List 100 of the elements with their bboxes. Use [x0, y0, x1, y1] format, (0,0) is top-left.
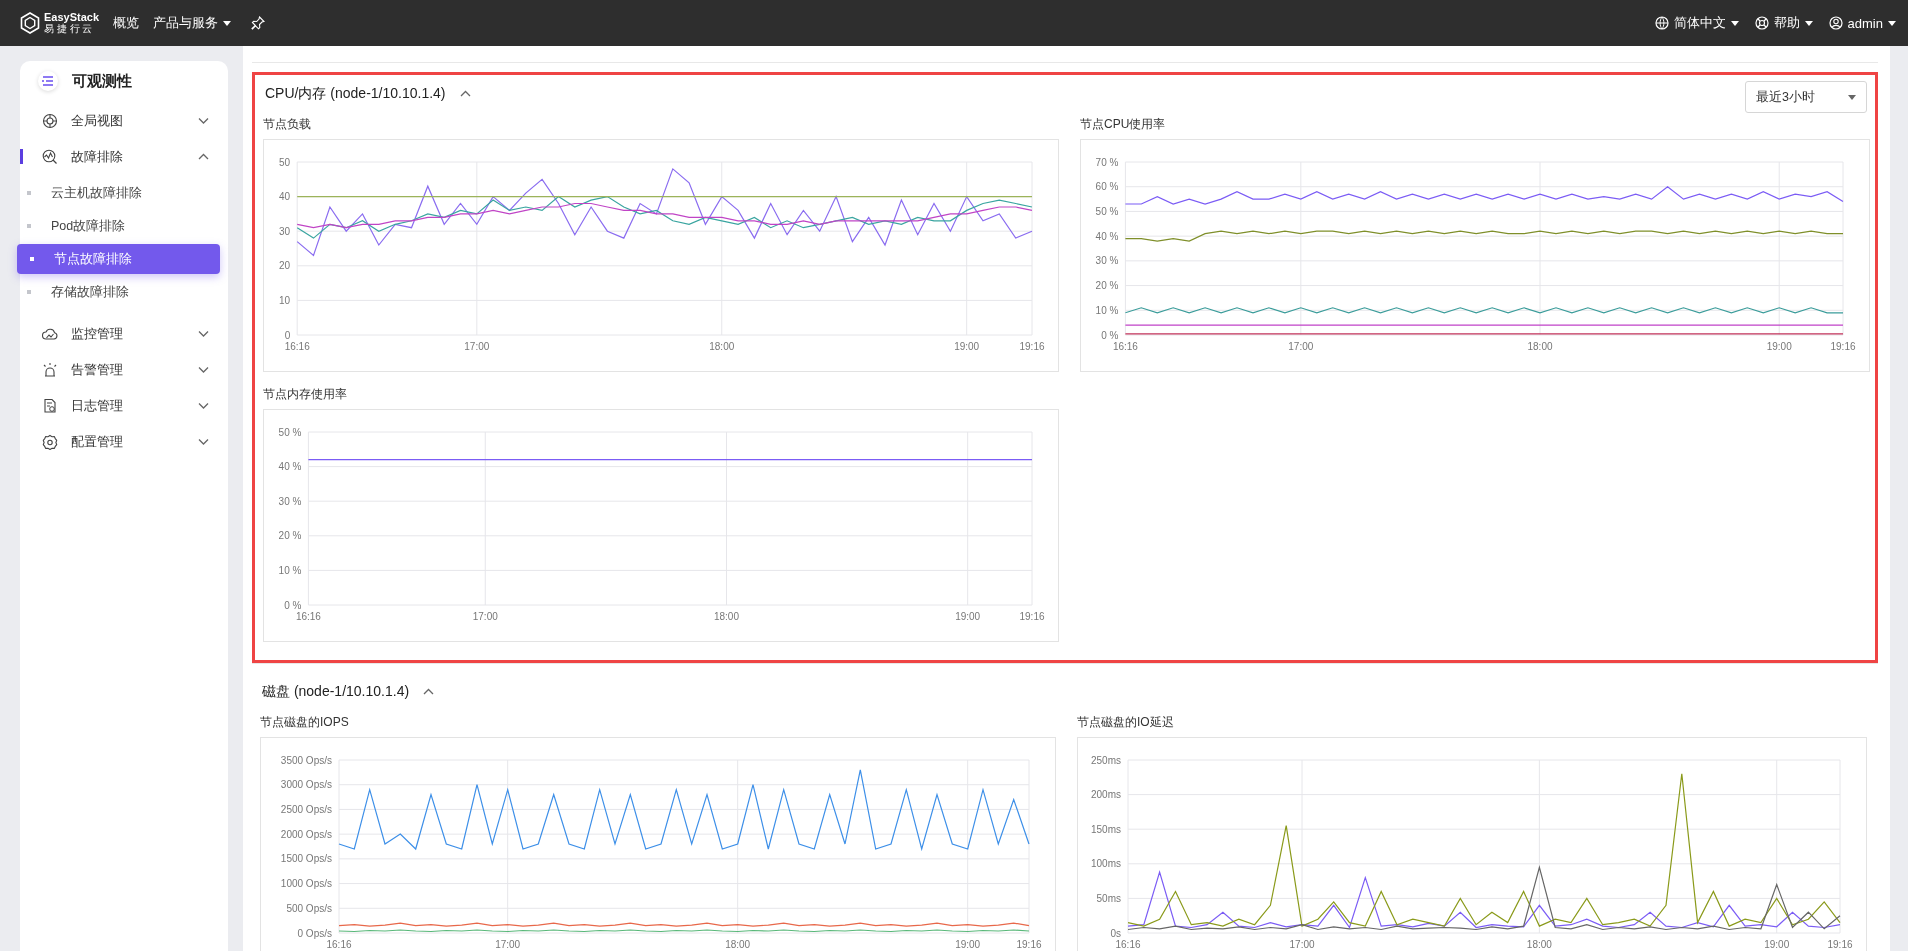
- chevron-icon[interactable]: [198, 330, 209, 338]
- logo-subtext: 易 捷 行 云: [44, 24, 93, 34]
- active-indicator: [20, 149, 23, 164]
- axis-label: 19:16: [1830, 341, 1856, 352]
- axis-label: 19:00: [954, 341, 980, 352]
- axis-label: 17:00: [464, 341, 490, 352]
- gear-icon: [42, 434, 58, 450]
- axis-label: 250ms: [1091, 754, 1121, 766]
- nav-link[interactable]: 概览: [113, 14, 140, 32]
- alarm-light-icon: [42, 362, 58, 378]
- menu-button[interactable]: 简体中文: [1654, 14, 1739, 32]
- axis-label: 18:00: [709, 341, 735, 352]
- sidebar-subitem[interactable]: 云主机故障排除: [17, 178, 220, 208]
- axis-label: 0 %: [1101, 329, 1119, 341]
- sidebar-subitem[interactable]: 节点故障排除: [17, 244, 220, 274]
- menu-button[interactable]: admin: [1828, 15, 1896, 31]
- axis-label: 0 %: [284, 599, 302, 611]
- axis-label: 40 %: [278, 461, 302, 473]
- help-icon: [1754, 16, 1769, 30]
- axis-label: 40: [279, 191, 291, 203]
- axis-label: 3500 Ops/s: [280, 754, 332, 766]
- axis-label: 19:16: [1019, 611, 1045, 622]
- axis-label: 19:16: [1827, 939, 1853, 950]
- collapse-icon[interactable]: [423, 688, 435, 696]
- axis-label: 17:00: [1288, 341, 1314, 352]
- chart-search-icon: [42, 149, 58, 165]
- globe-icon: [1654, 16, 1669, 30]
- axis-label: 10 %: [1095, 304, 1119, 316]
- axis-label: 200ms: [1091, 789, 1121, 801]
- caret-icon: [1888, 20, 1896, 26]
- section-title: 磁盘 (node-1/10.10.1.4): [262, 683, 410, 701]
- user-icon: [1828, 16, 1843, 30]
- axis-label: 1500 Ops/s: [280, 853, 332, 865]
- sidebar-subitem[interactable]: 存储故障排除: [17, 277, 220, 307]
- axis-label: 30: [279, 225, 291, 237]
- axis-label: 16:16: [326, 939, 352, 950]
- axis-label: 16:16: [1112, 341, 1138, 352]
- axis-label: 19:16: [1016, 939, 1042, 950]
- axis-label: 2500 Ops/s: [280, 803, 332, 815]
- axis-label: 100ms: [1091, 858, 1121, 870]
- sidebar-item[interactable]: 全局视图: [20, 103, 228, 139]
- aperture-icon: [42, 113, 58, 129]
- sidebar-subitem[interactable]: Pod故障排除: [17, 211, 220, 241]
- chevron-icon[interactable]: [198, 438, 209, 446]
- axis-label: 17:00: [495, 939, 521, 950]
- axis-label: 17:00: [1289, 939, 1315, 950]
- sidebar-item[interactable]: 监控管理: [20, 316, 228, 352]
- time-range-select[interactable]: 最近3小时: [1745, 81, 1867, 113]
- chart-title: 节点内存使用率: [263, 386, 348, 403]
- axis-label: 60 %: [1095, 181, 1119, 193]
- axis-label: 2000 Ops/s: [280, 828, 332, 840]
- axis-label: 30 %: [1095, 255, 1119, 267]
- axis-label: 10 %: [278, 564, 302, 576]
- chart-title: 节点磁盘的IOPS: [260, 714, 350, 731]
- menu-toggle-button[interactable]: [38, 71, 58, 91]
- nav-link[interactable]: 产品与服务: [153, 14, 232, 32]
- axis-label: 19:00: [955, 611, 981, 622]
- axis-label: 70 %: [1095, 156, 1119, 168]
- chevron-icon[interactable]: [198, 366, 209, 374]
- axis-label: 150ms: [1091, 823, 1121, 835]
- collapse-icon[interactable]: [459, 90, 471, 98]
- pin-icon[interactable]: [251, 16, 266, 30]
- caret-icon: [1804, 20, 1813, 26]
- axis-label: 0s: [1110, 927, 1121, 939]
- logo-text: EasyStack: [44, 12, 100, 23]
- sidebar-item[interactable]: 告警管理: [20, 352, 228, 388]
- sidebar-item[interactable]: 配置管理: [20, 424, 228, 460]
- axis-label: 18:00: [1526, 939, 1552, 950]
- axis-label: 19:00: [1764, 939, 1790, 950]
- chevron-icon[interactable]: [198, 402, 209, 410]
- axis-label: 40 %: [1095, 230, 1119, 242]
- axis-label: 19:00: [1766, 341, 1792, 352]
- caret-icon: [1848, 94, 1856, 100]
- axis-label: 0 Ops/s: [297, 927, 332, 939]
- sidebar-item[interactable]: 故障排除: [20, 139, 228, 175]
- axis-label: 0: [284, 329, 291, 341]
- axis-label: 30 %: [278, 495, 302, 507]
- axis-label: 16:16: [284, 341, 310, 352]
- axis-label: 50 %: [1095, 205, 1119, 217]
- sidebar-title: 可观测性: [72, 71, 132, 91]
- chart-title: 节点磁盘的IO延迟: [1077, 714, 1175, 731]
- axis-label: 50 %: [278, 426, 302, 438]
- axis-label: 16:16: [1115, 939, 1141, 950]
- chevron-icon[interactable]: [198, 117, 209, 125]
- axis-label: 18:00: [1527, 341, 1553, 352]
- menu-button[interactable]: 帮助: [1754, 14, 1813, 32]
- axis-label: 20: [279, 260, 291, 272]
- axis-label: 20 %: [1095, 280, 1119, 292]
- sidebar-item[interactable]: 日志管理: [20, 388, 228, 424]
- chevron-icon[interactable]: [198, 153, 209, 161]
- hexagon-logo-icon: [20, 12, 40, 34]
- axis-label: 18:00: [725, 939, 751, 950]
- axis-label: 18:00: [713, 611, 739, 622]
- axis-label: 500 Ops/s: [286, 902, 332, 914]
- caret-icon: [1730, 20, 1739, 26]
- chart-title: 节点负载: [263, 116, 312, 133]
- axis-label: 3000 Ops/s: [280, 779, 332, 791]
- axis-label: 19:00: [955, 939, 981, 950]
- axis-label: 50ms: [1096, 892, 1121, 904]
- chart-title: 节点CPU使用率: [1080, 116, 1167, 133]
